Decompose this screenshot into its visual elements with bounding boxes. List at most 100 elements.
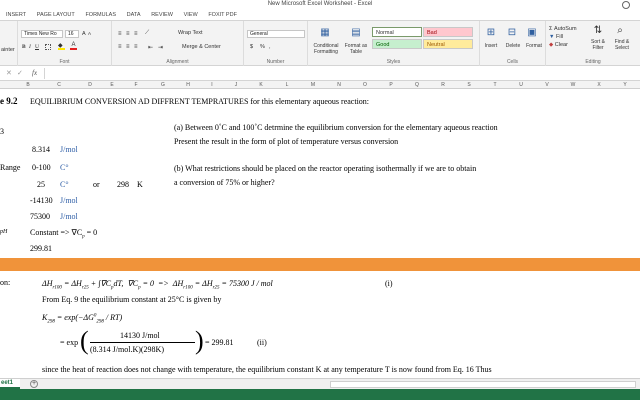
column-header[interactable]: F xyxy=(122,81,150,89)
conditional-formatting-label-2[interactable]: Formatting xyxy=(308,49,344,55)
sort-filter-icon[interactable]: ⇅ xyxy=(590,24,606,38)
format-as-table-icon[interactable]: ▤ xyxy=(348,26,364,40)
k-value-cell[interactable]: 299.81 xyxy=(30,244,52,253)
insert-cells-label[interactable]: Insert xyxy=(480,43,502,49)
tab-formulas[interactable]: FORMULAS xyxy=(85,9,116,21)
cancel-icon[interactable]: ✕ xyxy=(6,69,12,77)
style-good[interactable]: Good xyxy=(372,39,422,49)
column-header[interactable]: Y xyxy=(612,81,638,89)
format-cells-icon[interactable]: ▣ xyxy=(524,26,540,40)
italic-button[interactable]: I xyxy=(29,44,31,50)
r-value-cell[interactable]: 8.314 xyxy=(32,145,50,154)
highlighted-row[interactable] xyxy=(0,258,640,271)
column-header[interactable]: T xyxy=(482,81,508,89)
find-select-label-2[interactable]: Select xyxy=(610,45,634,51)
number-format-select[interactable]: General xyxy=(247,30,305,38)
tab-view[interactable]: VIEW xyxy=(184,9,198,21)
insert-cells-icon[interactable]: ⊞ xyxy=(483,26,499,40)
insert-function-icon[interactable]: fx xyxy=(32,69,37,77)
h-unit-cell[interactable]: J/mol xyxy=(60,196,78,205)
decrease-indent-icon[interactable]: ⇤ xyxy=(148,44,153,51)
column-header[interactable]: U xyxy=(508,81,534,89)
font-name-select[interactable]: Times New Ro xyxy=(21,30,63,38)
style-normal[interactable]: Normal xyxy=(372,27,422,37)
currency-button[interactable]: $ xyxy=(250,43,253,51)
column-header[interactable]: O xyxy=(352,81,378,89)
conditional-formatting-icon[interactable]: ▦ xyxy=(317,26,333,40)
column-header[interactable]: J xyxy=(224,81,248,89)
increase-indent-icon[interactable]: ⇥ xyxy=(158,44,163,51)
column-header[interactable]: S xyxy=(456,81,482,89)
column-header[interactable]: V xyxy=(534,81,560,89)
bold-button[interactable]: B xyxy=(22,44,26,50)
column-header[interactable]: M xyxy=(300,81,326,89)
fill-icon[interactable]: ▼ xyxy=(549,34,556,40)
clear-button[interactable]: Clear xyxy=(555,42,568,48)
or-cell[interactable]: or xyxy=(93,180,100,189)
tab-foxit-pdf[interactable]: FOXIT PDF xyxy=(208,9,237,21)
worksheet-grid[interactable]: e 9.2 EQUILIBRIUM CONVERSION AD DIFFRENT… xyxy=(0,89,640,378)
temp-k-cell[interactable]: 298 xyxy=(117,180,129,189)
column-header[interactable]: C xyxy=(40,81,78,89)
format-cells-label[interactable]: Format xyxy=(523,43,545,49)
align-center-icon[interactable]: ≡ xyxy=(126,44,130,50)
merge-center-button[interactable]: Merge & Center xyxy=(182,43,221,51)
user-icon[interactable] xyxy=(622,1,630,9)
r-unit-cell[interactable]: J/mol xyxy=(60,145,78,154)
cp-cell[interactable]: Constant => ∇Cp = 0 xyxy=(30,228,97,240)
font-color-icon[interactable]: A xyxy=(70,42,77,50)
enter-icon[interactable]: ✓ xyxy=(17,69,23,77)
column-header[interactable]: X xyxy=(586,81,612,89)
delete-cells-label[interactable]: Delete xyxy=(502,43,524,49)
tab-review[interactable]: REVIEW xyxy=(151,9,173,21)
column-header[interactable]: W xyxy=(560,81,586,89)
sheet-tab-active[interactable]: eet1 xyxy=(0,379,20,389)
comma-button[interactable]: , xyxy=(269,43,271,51)
style-bad[interactable]: Bad xyxy=(423,27,473,37)
h-value-cell[interactable]: -14130 xyxy=(30,196,53,205)
column-header[interactable]: N xyxy=(326,81,352,89)
formula-input[interactable] xyxy=(44,68,640,79)
column-header[interactable]: G xyxy=(150,81,176,89)
tab-data[interactable]: DATA xyxy=(127,9,141,21)
column-header[interactable]: B xyxy=(16,81,40,89)
delete-cells-icon[interactable]: ⊟ xyxy=(504,26,520,40)
borders-icon[interactable] xyxy=(45,44,51,50)
column-header[interactable]: K xyxy=(248,81,274,89)
shrink-font-button[interactable]: A xyxy=(88,30,91,38)
column-header[interactable]: R xyxy=(430,81,456,89)
grow-font-button[interactable]: A xyxy=(82,30,86,38)
orientation-icon[interactable]: ⟋ xyxy=(145,30,149,37)
align-right-icon[interactable]: ≡ xyxy=(134,44,138,50)
align-middle-icon[interactable]: ≡ xyxy=(126,31,130,37)
align-left-icon[interactable]: ≡ xyxy=(118,44,122,50)
horizontal-scrollbar[interactable] xyxy=(330,381,636,388)
autosum-button[interactable]: AutoSum xyxy=(554,26,577,32)
column-header[interactable]: P xyxy=(378,81,404,89)
style-neutral[interactable]: Neutral xyxy=(423,39,473,49)
hr-value-cell[interactable]: 75300 xyxy=(30,212,50,221)
temp-c-unit-cell[interactable]: C° xyxy=(60,180,69,189)
find-select-icon[interactable]: ⌕ xyxy=(612,24,628,38)
temp-c-cell[interactable]: 25 xyxy=(37,180,45,189)
format-painter-button[interactable]: ainter xyxy=(1,46,15,54)
fill-color-icon[interactable]: ◆ xyxy=(58,43,65,50)
column-header[interactable]: E xyxy=(102,81,122,89)
range-value-cell[interactable]: 0-100 xyxy=(32,163,51,172)
column-header[interactable]: L xyxy=(274,81,300,89)
fill-button[interactable]: Fill xyxy=(556,34,563,40)
align-bottom-icon[interactable]: ≡ xyxy=(134,31,138,37)
sort-filter-label-2[interactable]: Filter xyxy=(586,45,610,51)
column-header[interactable]: Q xyxy=(404,81,430,89)
format-as-table-label-2[interactable]: Table xyxy=(342,49,370,55)
column-header[interactable]: H xyxy=(176,81,200,89)
range-unit-cell[interactable]: C° xyxy=(60,163,69,172)
underline-button[interactable]: U xyxy=(35,44,39,50)
tab-page-layout[interactable]: PAGE LAYOUT xyxy=(37,9,75,21)
hr-unit-cell[interactable]: J/mol xyxy=(60,212,78,221)
wrap-text-button[interactable]: Wrap Text xyxy=(178,29,203,37)
column-header[interactable]: D xyxy=(78,81,102,89)
align-top-icon[interactable]: ≡ xyxy=(118,31,122,37)
percent-button[interactable]: % xyxy=(260,43,265,51)
temp-k-unit-cell[interactable]: K xyxy=(137,180,143,189)
